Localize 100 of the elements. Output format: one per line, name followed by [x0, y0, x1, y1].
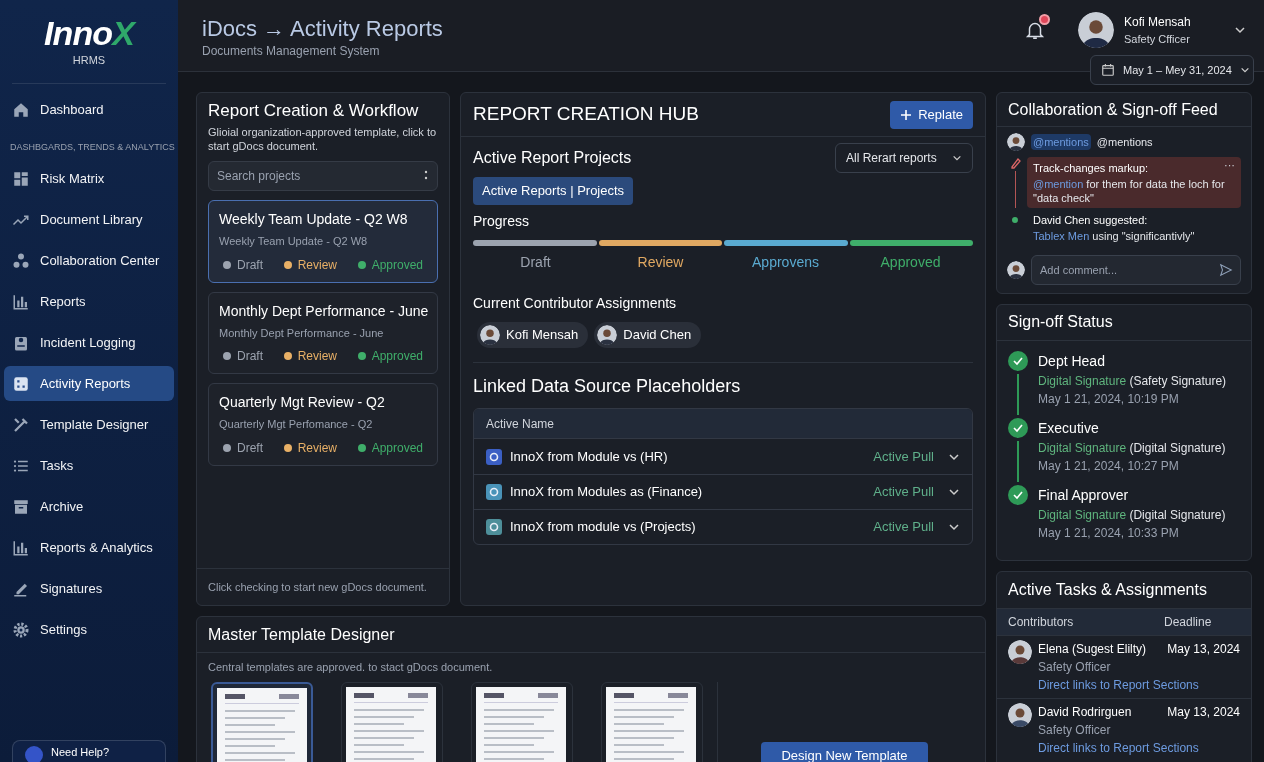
project-subtitle: Quarterly Mgt Perfomance - Q2 [219, 417, 374, 432]
status-label: Dreft [237, 439, 263, 457]
avatar [480, 325, 500, 345]
signature-text: Digital Signature (Digital Signature) [1038, 506, 1226, 524]
status-dot [1012, 216, 1018, 223]
status-label: Review [297, 439, 337, 457]
template-thumbnail[interactable] [211, 681, 313, 762]
section-title: Progress [473, 212, 531, 231]
design-template-button[interactable]: Design New Template [761, 741, 928, 762]
add-button[interactable]: Replate [890, 100, 973, 129]
section-link[interactable]: Direct links to Report Sections [1038, 738, 1199, 757]
status-label: Approved [371, 256, 423, 274]
page-subtitle: Documents Management System [202, 43, 381, 60]
sidebar-item[interactable]: Document Library [4, 202, 174, 237]
contributor-name: David Rodrirguen [1038, 703, 1132, 721]
user-name: Kofi Mensah [1124, 13, 1192, 31]
comment-text: @mention for them for data the loch for "data check" [1033, 176, 1226, 205]
tools-icon [12, 415, 30, 434]
template-thumbnail[interactable] [601, 681, 703, 762]
panel-title: Sign-off Status [997, 304, 1251, 341]
project-card[interactable]: Quarterly Mgt Review - Q2 Quarterly Mgt Perfomance - Q2 Dreft Review Approved [208, 383, 438, 466]
filter-chip[interactable]: Active Reports | Projects [473, 177, 634, 205]
chevron-down-icon [948, 486, 960, 498]
signer-role: Final Approver [1038, 485, 1130, 505]
status-label: Approved [371, 439, 423, 457]
contributor-chip[interactable]: David Chen [594, 322, 702, 348]
help-text: Need Help? [51, 745, 110, 760]
settings-icon [12, 620, 30, 639]
sidebar-item[interactable]: Template Designer [4, 407, 174, 442]
help-card[interactable]: Need Help? [12, 740, 166, 762]
section-link[interactable]: Direct links to Report Sections [1038, 675, 1199, 694]
project-card[interactable]: Monthly Dept Performance - June Monthly Dept Performance - June Draft Review Approved [208, 291, 438, 374]
user-role: Safety Cfficer [1124, 31, 1191, 47]
avatar [1007, 260, 1025, 279]
document-icon [12, 374, 30, 393]
page-title: iDocs → Activity Reports [202, 16, 443, 42]
source-name: InnoX from Module vs (HR) [510, 447, 669, 466]
panel-description: Central templates are approved. to stact gDocs document. [207, 660, 494, 675]
project-subtitle: Monthly Dept Performance - June [219, 325, 385, 341]
sidebar-item[interactable]: Settings [4, 612, 174, 647]
template-thumbnail[interactable] [471, 681, 573, 762]
bar-chart-icon [12, 538, 30, 557]
section-title: Active Report Projects [473, 148, 632, 168]
mention-tag[interactable]: @mentions [1031, 133, 1091, 151]
signature-time: May 1 21, 2024, 10:33 PM [1038, 524, 1180, 542]
signer-role: Executive [1038, 418, 1100, 438]
sidebar-item[interactable]: Dashboard [4, 92, 174, 128]
source-status: Active Pull [873, 447, 934, 466]
sidebar-item[interactable]: Collaboration Center [4, 243, 174, 278]
suggestion-title: David Chen suggested: [1033, 212, 1149, 228]
contributor-name: Elena (Sugest Elilty) [1038, 640, 1147, 658]
sidebar-item[interactable]: Risk Matrix [4, 161, 174, 196]
source-name: InnoX from module vs (Projects) [510, 518, 697, 537]
panel-title: REPORT CREATION HUB [473, 102, 699, 127]
more-button[interactable]: ··· [1224, 157, 1235, 174]
status-label: Approved [371, 348, 423, 365]
status-label: Review [297, 256, 337, 274]
source-status: Active Pull [873, 518, 934, 537]
signature-text: Digital Signature (Safety Signature) [1038, 372, 1227, 390]
project-title: Quarterly Mgt Review - Q2 [219, 393, 386, 412]
sidebar-item[interactable]: Archive [4, 489, 174, 524]
project-title: Weekly Team Update - Q2 W8 [219, 210, 409, 229]
template-thumbnail[interactable] [341, 681, 443, 762]
help-icon [25, 746, 43, 762]
contributor-chip[interactable]: Kofi Mensah [477, 322, 589, 348]
pencil-icon [1009, 157, 1021, 169]
search-field[interactable]: Search projects [208, 161, 438, 191]
step-label: Draft [520, 253, 551, 272]
avatar [597, 325, 618, 345]
date-range-picker[interactable]: May 1 – Mey 31, 2024 [1090, 55, 1254, 85]
footer-note: Click checking to start new gDocs document. [197, 567, 449, 605]
sidebar-item[interactable]: Reports & Analytics [4, 530, 174, 565]
suggestion-link[interactable]: Tablex Men [1033, 230, 1090, 242]
step-label: Approved [880, 253, 941, 272]
contributor-role: Safety Officer [1038, 658, 1111, 676]
sidebar-item[interactable]: Activity Reports [4, 366, 174, 401]
sidebar-item[interactable]: Signatures [4, 571, 174, 606]
signer-role: Dept Head [1038, 351, 1106, 371]
source-name: InnoX from Modules as (Finance) [510, 483, 704, 502]
panel-title: Active Tasks & Assignments [1007, 579, 1208, 600]
more-icon [424, 170, 428, 182]
step-label: Review [637, 253, 684, 272]
comment-field[interactable]: Add comment... [1031, 254, 1241, 285]
status-label: Draft [237, 348, 263, 365]
status-label: Review [297, 348, 337, 365]
sidebar-item[interactable]: Tasks [4, 448, 174, 483]
mention-text: @mentions [1096, 134, 1153, 150]
step-label: Approvens [752, 253, 819, 272]
contributor-role: Safety Officer [1038, 721, 1111, 739]
deadline-text: May 13, 2024 [1167, 703, 1240, 721]
source-status: Active Pull [873, 483, 934, 502]
sidebar-item[interactable]: Reports [4, 284, 174, 319]
project-card[interactable]: Weekly Team Update - Q2 W8 Weekly Team Update - Q2 W8 Draft Review Approved [208, 200, 438, 283]
chevron-down-icon [1239, 65, 1250, 75]
deadline-text: May 13, 2024 [1167, 640, 1240, 658]
avatar [1078, 12, 1114, 48]
column-header: Deadline [1164, 613, 1213, 631]
filter-dropdown[interactable]: All Rerart reports [835, 143, 973, 173]
column-header: Active Name [474, 409, 972, 439]
sidebar-item[interactable]: Incident Logging [4, 325, 174, 360]
